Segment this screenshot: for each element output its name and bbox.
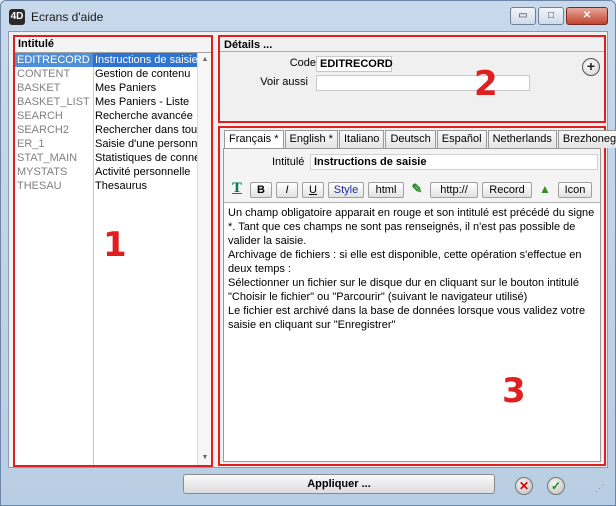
tab-body: Intitulé Instructions de saisie T B I U … — [223, 148, 601, 462]
list-item-title: Mes Paniers — [95, 82, 157, 94]
list-item-title: Mes Paniers - Liste — [95, 96, 190, 108]
apply-button[interactable]: Appliquer ... — [183, 474, 495, 494]
list-item-code: BASKET_LIST — [17, 96, 90, 108]
list-item-code: EDITRECORD — [15, 53, 93, 67]
http-button[interactable]: http:// — [430, 182, 478, 198]
tab-italiano[interactable]: Italiano — [338, 130, 385, 148]
tab-brezhoneg[interactable]: Brezhoneg — [557, 130, 616, 148]
list-scrollbar[interactable]: ▲ ▼ — [197, 53, 211, 465]
client-area: Intitulé EDITRECORD Instructions de saisi… — [8, 31, 616, 468]
details-panel: Détails ... Code EDITRECORD Voir aussi +… — [218, 35, 606, 123]
list-item-title: Recherche avancée — [95, 110, 193, 122]
list-item[interactable]: THESAU Thesaurus — [15, 179, 199, 193]
list-item-code: STAT_MAIN — [17, 152, 78, 164]
help-list-panel: Intitulé EDITRECORD Instructions de saisi… — [13, 35, 213, 467]
list-item[interactable]: BASKET Mes Paniers — [15, 81, 199, 95]
list-item-code: SEARCH2 — [17, 124, 69, 136]
list-item-title: Instructions de saisie — [93, 53, 199, 67]
editor-paragraph: Un champ obligatoire apparait en rouge e… — [228, 207, 595, 247]
resize-grip-icon[interactable]: ⋰ — [595, 483, 609, 497]
list-item-code: SEARCH — [17, 110, 63, 122]
window-title: Ecrans d'aide — [31, 10, 104, 24]
footer-bar: Appliquer ... ✕ ✓ ⋰ — [1, 469, 615, 505]
tab-deutsch[interactable]: Deutsch — [385, 130, 436, 148]
editor-toolbar: T B I U Style html ✎ http:// Record ▲ Ic… — [228, 181, 596, 199]
list-item[interactable]: SEARCH2 Rechercher dans tout — [15, 123, 199, 137]
add-icon[interactable]: + — [582, 58, 600, 76]
list-item[interactable]: BASKET_LIST Mes Paniers - Liste — [15, 95, 199, 109]
text-format-icon[interactable]: T — [228, 182, 246, 198]
annotation-number-3: 3 — [502, 371, 526, 411]
list-item-code: MYSTATS — [17, 166, 68, 178]
html-button[interactable]: html — [368, 182, 404, 198]
tab-francais[interactable]: Français * — [224, 130, 284, 149]
list-item-code: BASKET — [17, 82, 61, 94]
bold-button[interactable]: B — [250, 182, 272, 198]
editor-paragraph: Le fichier est archivé dans la base de d… — [228, 305, 586, 331]
scroll-down-icon[interactable]: ▼ — [198, 451, 212, 465]
code-field[interactable]: EDITRECORD — [316, 56, 393, 72]
list-item-title: Gestion de contenu — [95, 68, 191, 80]
tab-netherlands[interactable]: Netherlands — [487, 130, 557, 148]
style-button[interactable]: Style — [328, 182, 364, 198]
maximize-button[interactable]: □ — [538, 7, 564, 25]
record-button[interactable]: Record — [482, 182, 532, 198]
intitule-field[interactable]: Instructions de saisie — [310, 154, 598, 170]
list-item-title: Saisie d'une personne — [95, 138, 199, 150]
close-button[interactable]: ✕ — [566, 7, 608, 25]
underline-button[interactable]: U — [302, 182, 324, 198]
list-item[interactable]: SEARCH Recherche avancée — [15, 109, 199, 123]
details-title: Détails ... — [220, 37, 604, 52]
editor-paragraph: Archivage de fichiers : si elle est disp… — [228, 249, 582, 275]
help-text-editor[interactable]: Un champ obligatoire apparait en rouge e… — [224, 202, 600, 461]
list-item-title: Statistiques de connexion — [95, 152, 199, 164]
list-item-code: ER_1 — [17, 138, 45, 150]
list-item[interactable]: STAT_MAIN Statistiques de connexion — [15, 151, 199, 165]
code-label: Code — [289, 57, 316, 69]
list-item-code: CONTENT — [17, 68, 71, 80]
list-item[interactable]: CONTENT Gestion de contenu — [15, 67, 199, 81]
list-item-title: Rechercher dans tout — [95, 124, 199, 136]
editor-paragraph: Sélectionner un fichier sur le disque du… — [228, 277, 579, 303]
list-item[interactable]: MYSTATS Activité personnelle — [15, 165, 199, 179]
tab-english[interactable]: English * — [284, 130, 338, 148]
list-item[interactable]: EDITRECORD Instructions de saisie — [15, 53, 199, 67]
list-item[interactable]: ER_1 Saisie d'une personne — [15, 137, 199, 151]
see-also-label: Voir aussi — [260, 76, 308, 88]
content-panel: Français * English * Italiano Deutsch Es… — [218, 126, 616, 466]
list-column-header[interactable]: Intitulé — [15, 37, 211, 53]
tab-espanol[interactable]: Español — [436, 130, 487, 148]
list-item-title: Activité personnelle — [95, 166, 191, 178]
see-also-field[interactable] — [316, 75, 530, 91]
title-bar[interactable]: 4D Ecrans d'aide ▭ □ ✕ — [1, 1, 615, 31]
annotation-number-1: 1 — [103, 225, 127, 265]
scroll-up-icon[interactable]: ▲ — [198, 53, 212, 67]
list-item-code: THESAU — [17, 180, 62, 192]
validate-check-icon[interactable]: ✓ — [547, 477, 565, 495]
help-screens-window: 4D Ecrans d'aide ▭ □ ✕ Intitulé EDITRECO… — [0, 0, 616, 506]
app-logo-icon: 4D — [9, 9, 25, 25]
link-icon[interactable]: ✎ — [408, 182, 426, 198]
annotation-number-2: 2 — [474, 64, 498, 104]
language-tabs: Français * English * Italiano Deutsch Es… — [224, 130, 616, 149]
image-icon[interactable]: ▲ — [536, 182, 554, 198]
italic-button[interactable]: I — [276, 182, 298, 198]
icon-button[interactable]: Icon — [558, 182, 592, 198]
list-item-title: Thesaurus — [95, 180, 147, 192]
minimize-button[interactable]: ▭ — [510, 7, 536, 25]
cancel-icon[interactable]: ✕ — [515, 477, 533, 495]
intitule-label: Intitulé — [272, 156, 305, 168]
